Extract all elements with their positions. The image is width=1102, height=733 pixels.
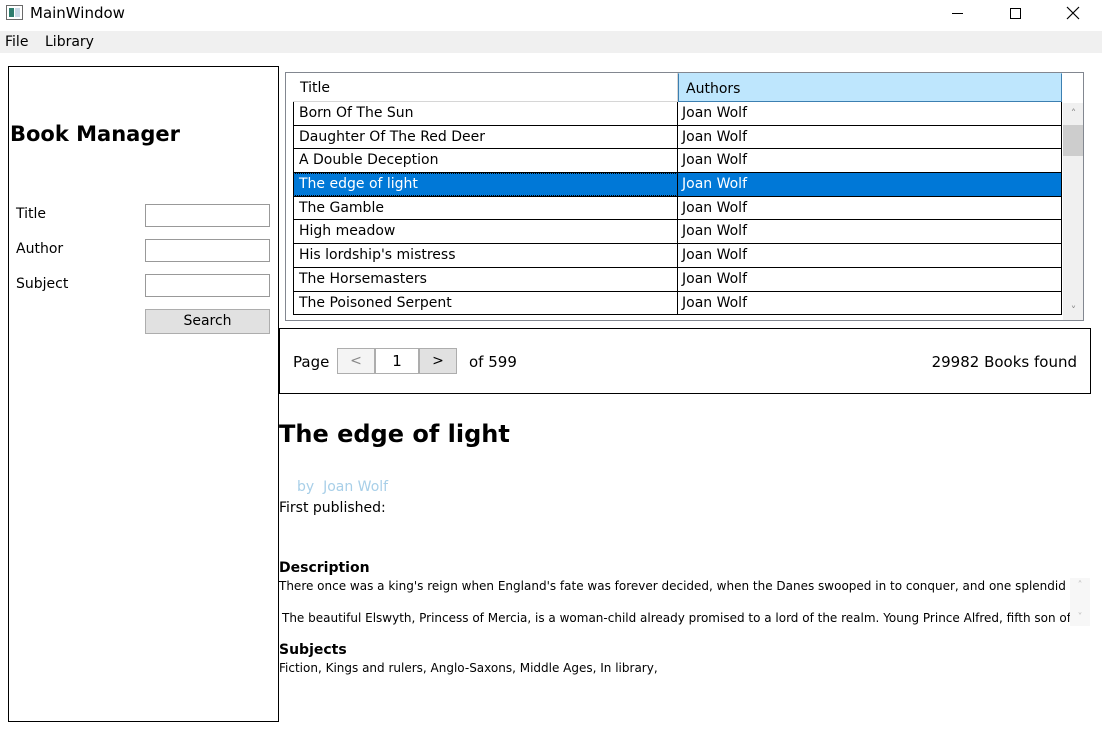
table-row[interactable]: His lordship's mistress Joan Wolf: [293, 244, 1062, 268]
books-found-count: 29982 Books found: [931, 353, 1077, 371]
description-line: There once was a king's reign when Engla…: [279, 579, 1070, 593]
search-panel: Book Manager Title Author Subject Search: [8, 66, 279, 722]
subjects-heading: Subjects: [279, 642, 347, 658]
cell-title[interactable]: The Horsemasters: [293, 267, 678, 291]
cell-author[interactable]: Joan Wolf: [678, 125, 1062, 149]
menu-library[interactable]: Library: [45, 34, 94, 50]
table-row[interactable]: Born Of The Sun Joan Wolf: [293, 102, 1062, 126]
author-label: Author: [16, 241, 64, 257]
table-row[interactable]: The edge of light Joan Wolf: [293, 173, 1062, 197]
page-count: of 599: [469, 353, 517, 371]
table-row[interactable]: The Poisoned Serpent Joan Wolf: [293, 291, 1062, 316]
table-row[interactable]: High meadow Joan Wolf: [293, 220, 1062, 245]
cell-title[interactable]: High meadow: [293, 220, 678, 244]
title-label: Title: [16, 206, 47, 222]
page-number-input[interactable]: 1: [375, 348, 419, 374]
book-title: The edge of light: [279, 420, 510, 448]
cell-author[interactable]: Joan Wolf: [678, 196, 1062, 220]
description-line: The beautiful Elswyth, Princess of Merci…: [282, 611, 1070, 625]
scroll-up-icon[interactable]: ˄: [1070, 578, 1090, 594]
subjects-text: Fiction, Kings and rulers, Anglo-Saxons,…: [279, 661, 658, 675]
author-input[interactable]: [145, 239, 270, 262]
grid-scrollbar[interactable]: ˄ ˅: [1063, 103, 1083, 320]
table-row[interactable]: The Horsemasters Joan Wolf: [293, 267, 1062, 292]
cell-title[interactable]: His lordship's mistress: [293, 244, 678, 267]
table-row[interactable]: A Double Deception Joan Wolf: [293, 149, 1062, 174]
prev-page-button[interactable]: <: [337, 348, 375, 374]
cell-author[interactable]: Joan Wolf: [678, 267, 1062, 291]
scroll-down-icon[interactable]: ˅: [1070, 610, 1090, 626]
next-page-button[interactable]: >: [419, 348, 457, 374]
column-header-authors[interactable]: Authors: [678, 73, 1062, 102]
menu-bar: File Library: [0, 31, 1102, 53]
cell-title[interactable]: The Poisoned Serpent: [293, 291, 678, 315]
scroll-down-icon[interactable]: ˅: [1063, 302, 1083, 319]
cell-author[interactable]: Joan Wolf: [678, 244, 1062, 267]
window-title: MainWindow: [30, 4, 125, 22]
cell-author[interactable]: Joan Wolf: [678, 173, 1062, 196]
cell-author[interactable]: Joan Wolf: [678, 149, 1062, 173]
minimize-icon: [951, 12, 963, 14]
cell-title[interactable]: Born Of The Sun: [293, 102, 678, 125]
cell-title[interactable]: The edge of light: [293, 173, 678, 196]
cell-title[interactable]: Daughter Of The Red Deer: [293, 125, 678, 149]
close-button[interactable]: [1044, 0, 1102, 26]
description-heading: Description: [279, 560, 370, 576]
title-input[interactable]: [145, 204, 270, 227]
page-label: Page: [293, 353, 330, 371]
cell-author[interactable]: Joan Wolf: [678, 102, 1062, 125]
app-window-icon: [6, 5, 23, 20]
grid-rows: Born Of The Sun Joan Wolf Daughter Of The …: [293, 102, 1062, 316]
grid-header: Title Authors: [286, 73, 1063, 103]
cell-title[interactable]: The Gamble: [293, 196, 678, 220]
search-button[interactable]: Search: [145, 309, 270, 334]
author-link[interactable]: Joan Wolf: [323, 479, 388, 495]
scroll-up-icon[interactable]: ˄: [1063, 105, 1083, 122]
books-grid[interactable]: Title Authors Born Of The Sun Joan Wolf Da…: [285, 72, 1084, 321]
description-scrollbar[interactable]: ˄ ˅: [1070, 578, 1090, 626]
column-header-title[interactable]: Title: [293, 73, 678, 102]
by-label: by: [297, 479, 315, 495]
cell-author[interactable]: Joan Wolf: [678, 291, 1062, 315]
description-box[interactable]: There once was a king's reign when Engla…: [279, 578, 1091, 630]
cell-title[interactable]: A Double Deception: [293, 149, 678, 173]
minimize-button[interactable]: [928, 0, 986, 26]
cell-author[interactable]: Joan Wolf: [678, 220, 1062, 244]
close-icon: [1066, 6, 1080, 20]
table-row[interactable]: The Gamble Joan Wolf: [293, 196, 1062, 221]
first-published-label: First published:: [279, 500, 386, 516]
maximize-icon: [1009, 7, 1021, 19]
title-bar: MainWindow: [0, 0, 1102, 28]
pager: Page < 1 > of 599 29982 Books found: [279, 328, 1091, 394]
subject-label: Subject: [16, 276, 69, 292]
book-byline: by Joan Wolf: [297, 479, 388, 495]
maximize-button[interactable]: [986, 0, 1044, 26]
app-heading: Book Manager: [10, 122, 180, 146]
scroll-thumb[interactable]: [1063, 125, 1083, 156]
table-row[interactable]: Daughter Of The Red Deer Joan Wolf: [293, 125, 1062, 150]
subject-input[interactable]: [145, 274, 270, 297]
menu-file[interactable]: File: [5, 34, 28, 50]
description-text: There once was a king's reign when Engla…: [279, 578, 1070, 626]
